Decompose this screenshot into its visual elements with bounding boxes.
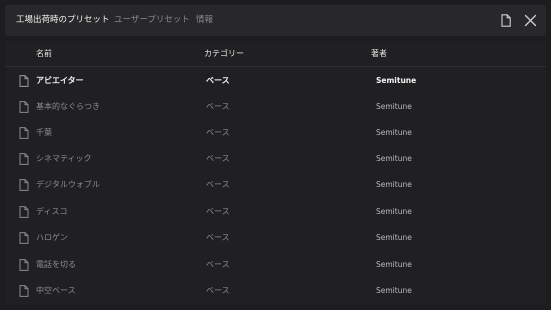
document-icon bbox=[19, 153, 29, 165]
preset-author: Semitune bbox=[376, 76, 417, 85]
document-icon bbox=[19, 206, 29, 218]
column-header-name[interactable]: 名前 bbox=[36, 41, 52, 66]
preset-author: Semitune bbox=[376, 207, 412, 216]
preset-browser-window: 工場出荷時のプリセット ユーザープリセット 情報 名前 カテゴリー 著者 アビエ… bbox=[0, 0, 551, 310]
table-row[interactable]: 基本的なぐらつき ベース Semitune bbox=[5, 94, 546, 120]
tab-factory-presets[interactable]: 工場出荷時のプリセット bbox=[16, 5, 110, 36]
table-row[interactable]: シネマティック ベース Semitune bbox=[5, 146, 546, 172]
document-icon bbox=[19, 101, 29, 113]
preset-name: ディスコ bbox=[36, 207, 68, 216]
preset-category: ベース bbox=[206, 180, 230, 189]
table-row[interactable]: 千葉 ベース Semitune bbox=[5, 120, 546, 146]
preset-name: アビエイター bbox=[36, 76, 84, 85]
tab-info[interactable]: 情報 bbox=[196, 5, 213, 36]
document-icon bbox=[19, 232, 29, 244]
preset-author: Semitune bbox=[376, 154, 412, 163]
preset-name: ハロゲン bbox=[36, 233, 68, 242]
document-icon bbox=[19, 127, 29, 139]
preset-author: Semitune bbox=[376, 128, 412, 137]
preset-author: Semitune bbox=[376, 286, 412, 295]
top-bar: 工場出荷時のプリセット ユーザープリセット 情報 bbox=[5, 5, 546, 36]
preset-category: ベース bbox=[206, 233, 230, 242]
document-icon[interactable] bbox=[500, 14, 512, 27]
table-row[interactable]: 電話を切る ベース Semitune bbox=[5, 252, 546, 278]
table-row[interactable]: デジタルウォブル ベース Semitune bbox=[5, 172, 546, 198]
preset-name: 基本的なぐらつき bbox=[36, 102, 100, 111]
document-icon bbox=[19, 75, 29, 87]
preset-name: デジタルウォブル bbox=[36, 180, 100, 189]
preset-list: 名前 カテゴリー 著者 アビエイター ベース Semitune 基本的なぐらつき… bbox=[5, 41, 546, 305]
tab-user-presets[interactable]: ユーザープリセット bbox=[114, 5, 190, 36]
column-header-category[interactable]: カテゴリー bbox=[204, 41, 244, 66]
table-row[interactable]: 中空ベース ベース Semitune bbox=[5, 278, 546, 304]
preset-category: ベース bbox=[206, 286, 230, 295]
table-row[interactable]: ハロゲン ベース Semitune bbox=[5, 225, 546, 251]
preset-category: ベース bbox=[206, 154, 230, 163]
preset-name: 電話を切る bbox=[36, 260, 76, 269]
preset-category: ベース bbox=[206, 128, 230, 137]
table-header: 名前 カテゴリー 著者 bbox=[5, 41, 546, 67]
preset-author: Semitune bbox=[376, 233, 412, 242]
preset-author: Semitune bbox=[376, 102, 412, 111]
document-icon bbox=[19, 285, 29, 297]
preset-name: 千葉 bbox=[36, 128, 52, 137]
document-icon bbox=[19, 259, 29, 271]
preset-name: シネマティック bbox=[36, 154, 92, 163]
preset-category: ベース bbox=[206, 102, 230, 111]
preset-author: Semitune bbox=[376, 180, 412, 189]
preset-category: ベース bbox=[206, 76, 230, 85]
table-row[interactable]: アビエイター ベース Semitune bbox=[5, 68, 546, 94]
table-row[interactable]: ディスコ ベース Semitune bbox=[5, 199, 546, 225]
close-icon[interactable] bbox=[524, 14, 537, 27]
preset-category: ベース bbox=[206, 260, 230, 269]
column-header-author[interactable]: 著者 bbox=[371, 41, 387, 66]
preset-name: 中空ベース bbox=[36, 286, 76, 295]
document-icon bbox=[19, 179, 29, 191]
preset-author: Semitune bbox=[376, 260, 412, 269]
preset-category: ベース bbox=[206, 207, 230, 216]
